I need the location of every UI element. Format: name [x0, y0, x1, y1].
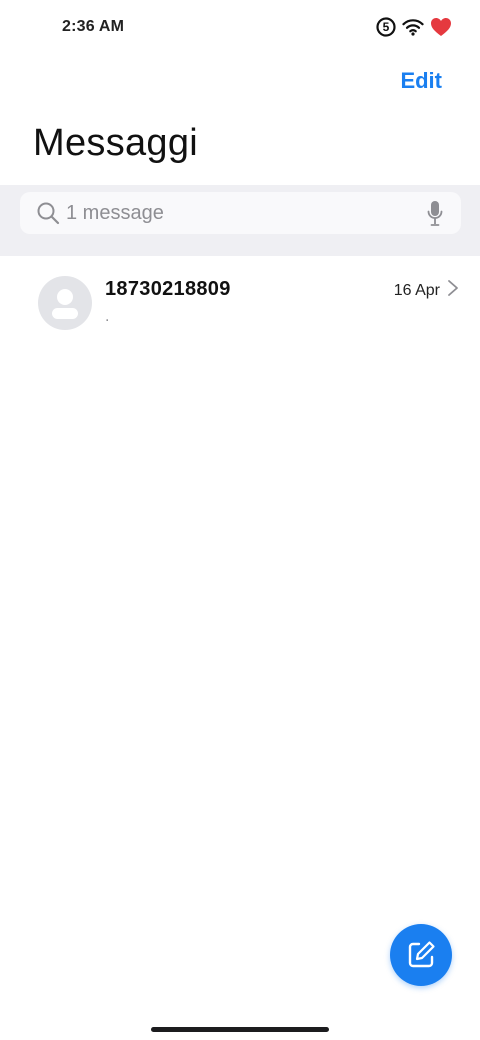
edit-button[interactable]: Edit: [400, 68, 442, 94]
mic-icon[interactable]: [427, 200, 443, 232]
message-preview: .: [105, 308, 110, 325]
message-date: 16 Apr: [393, 282, 440, 299]
heart-battery-icon: [430, 17, 452, 37]
sender-name: 18730218809: [105, 278, 231, 300]
status-icons: 5: [376, 17, 452, 37]
page-title: Messaggi: [33, 122, 199, 164]
avatar: [38, 276, 92, 330]
search-input[interactable]: [66, 200, 406, 226]
compose-icon: [408, 941, 435, 968]
wifi-icon: [402, 18, 424, 36]
search-icon: [36, 201, 60, 230]
sim-label: 5: [382, 20, 390, 34]
person-icon: [52, 289, 78, 319]
messages-screen: 2:36 AM 5 Edit Messaggi 1 message 187302…: [0, 0, 480, 1040]
list-item[interactable]: 18730218809 . 16 Apr: [0, 258, 480, 348]
sim-5-icon: 5: [376, 17, 396, 37]
status-time: 2:36 AM: [62, 18, 125, 35]
status-bar: 2:36 AM 5: [0, 0, 480, 56]
search-box[interactable]: [20, 192, 461, 234]
home-indicator[interactable]: [151, 1027, 329, 1032]
search-band: [0, 185, 480, 256]
compose-button[interactable]: [390, 924, 452, 986]
chevron-right-icon: [447, 279, 459, 302]
